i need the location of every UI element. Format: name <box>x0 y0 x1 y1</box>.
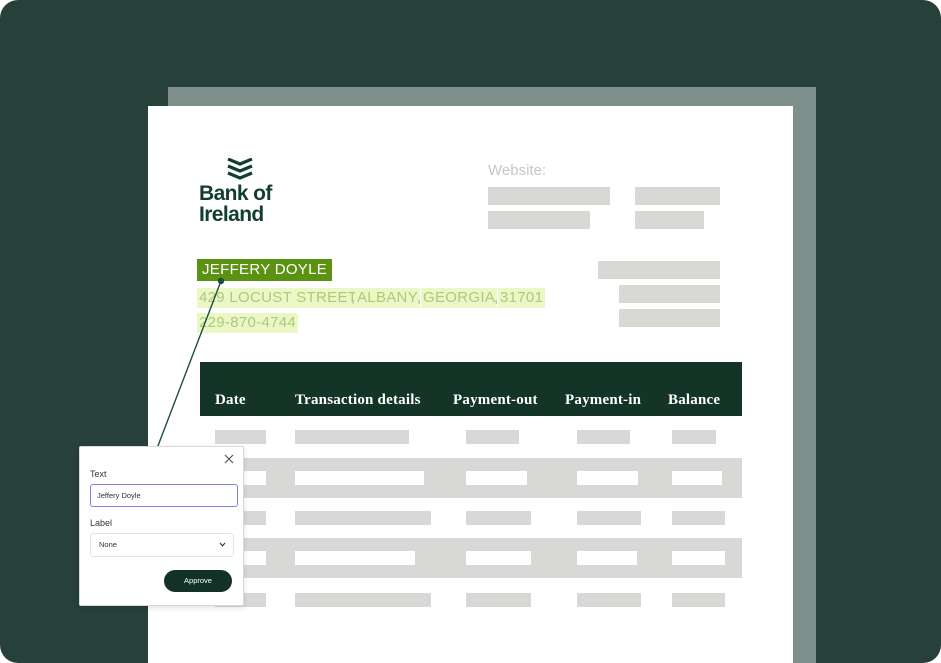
placeholder-bar <box>488 211 590 229</box>
zip-highlight[interactable]: 31701 <box>498 288 546 308</box>
table-cell-placeholder <box>466 430 519 444</box>
placeholder-bar <box>635 211 704 229</box>
column-header-date: Date <box>215 392 246 408</box>
placeholder-bar <box>619 309 720 327</box>
table-cell-placeholder <box>466 593 531 607</box>
table-cell-placeholder <box>466 471 527 485</box>
table-cell-placeholder <box>295 511 431 525</box>
bank-wordmark: Bank of Ireland <box>199 183 272 225</box>
bank-chevrons-icon <box>227 158 253 180</box>
table-cell-placeholder <box>577 593 641 607</box>
column-header-balance: Balance <box>668 392 721 408</box>
chevron-down-icon <box>219 542 226 547</box>
table-cell-placeholder <box>672 551 725 565</box>
close-icon[interactable] <box>223 453 235 465</box>
table-cell-placeholder <box>215 430 266 444</box>
table-cell-placeholder <box>577 511 641 525</box>
bank-name-line1: Bank of <box>199 182 272 205</box>
table-cell-placeholder <box>295 593 431 607</box>
state-highlight[interactable]: GEORGIA <box>421 288 498 308</box>
street-highlight[interactable]: 429 LOCUST STREET <box>197 288 360 308</box>
annotation-edit-panel: Text Label None Approve <box>79 446 244 606</box>
text-field-label: Text <box>90 469 107 479</box>
annotation-text-input[interactable] <box>90 484 238 507</box>
placeholder-bar <box>635 187 720 205</box>
label-select[interactable]: None <box>90 533 234 557</box>
table-cell-placeholder <box>577 471 638 485</box>
table-cell-placeholder <box>295 430 409 444</box>
column-header-payment-in: Payment-in <box>565 392 642 408</box>
website-label: Website: <box>488 162 547 179</box>
city-highlight[interactable]: ALBANY <box>355 288 420 308</box>
placeholder-bar <box>598 261 720 279</box>
app-stage: Bank of Ireland Website: JEFFERY DOYLE 4… <box>0 0 941 663</box>
approve-button[interactable]: Approve <box>164 570 232 592</box>
bank-name-line2: Ireland <box>199 203 264 226</box>
table-cell-placeholder <box>295 471 424 485</box>
table-cell-placeholder <box>466 511 531 525</box>
table-cell-placeholder <box>466 551 531 565</box>
table-cell-placeholder <box>672 593 725 607</box>
table-cell-placeholder <box>672 471 722 485</box>
placeholder-bar <box>488 187 610 205</box>
transactions-table-header: Date Transaction details Payment-out Pay… <box>200 362 742 416</box>
placeholder-bar <box>619 285 720 303</box>
label-field-label: Label <box>90 518 113 528</box>
table-cell-placeholder <box>672 511 725 525</box>
phone-highlight[interactable]: 229-870-4744 <box>197 313 299 333</box>
customer-name-highlight[interactable]: JEFFERY DOYLE <box>197 259 333 281</box>
table-cell-placeholder <box>295 551 415 565</box>
table-cell-placeholder <box>577 551 637 565</box>
label-select-value: None <box>99 540 117 549</box>
table-cell-placeholder <box>672 430 716 444</box>
column-header-payment-out: Payment-out <box>453 392 538 408</box>
bank-statement-document: Bank of Ireland Website: JEFFERY DOYLE 4… <box>148 106 793 663</box>
table-cell-placeholder <box>577 430 630 444</box>
column-header-transaction-details: Transaction details <box>295 392 421 408</box>
